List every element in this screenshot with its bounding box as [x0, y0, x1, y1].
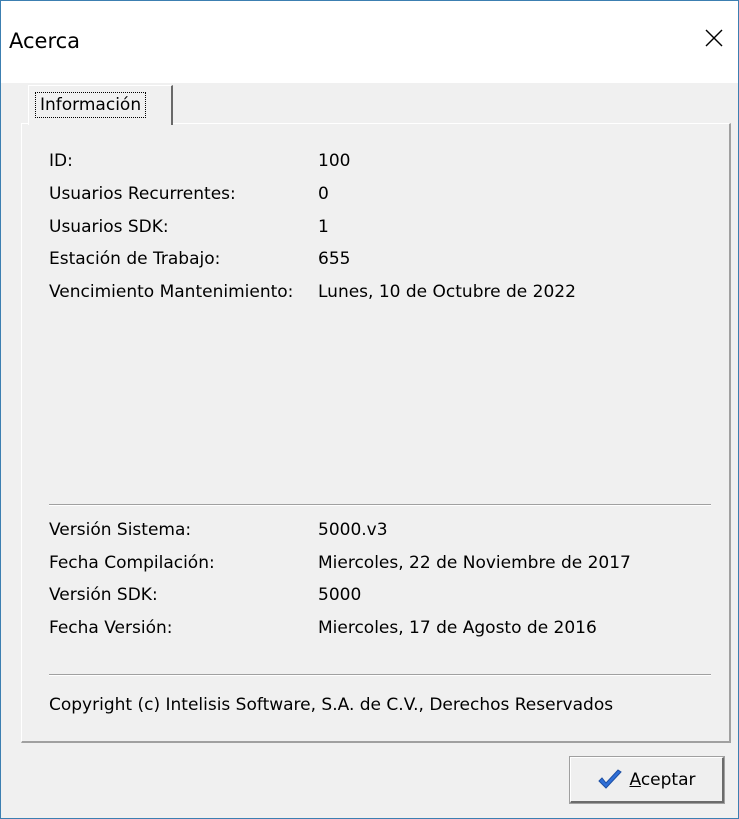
fecha-compilacion-value: Miercoles, 22 de Noviembre de 2017 [318, 553, 631, 573]
estacion-trabajo-value: 655 [318, 249, 351, 269]
aceptar-button[interactable]: Aceptar [569, 756, 725, 804]
fecha-version-value: Miercoles, 17 de Agosto de 2016 [318, 618, 597, 638]
divider [49, 504, 711, 506]
version-sistema-value: 5000.v3 [318, 520, 388, 540]
usuarios-sdk-value: 1 [318, 217, 329, 237]
id-value: 100 [318, 151, 351, 171]
close-button[interactable] [690, 15, 738, 61]
copyright-text: Copyright (c) Intelisis Software, S.A. d… [49, 695, 614, 715]
usuarios-sdk-label: Usuarios SDK: [49, 217, 169, 237]
window-title: Acerca [9, 29, 81, 53]
fecha-version-label: Fecha Versión: [49, 618, 173, 638]
tab-informacion-label: Información [35, 92, 147, 118]
title-bar: Acerca [1, 1, 738, 83]
tab-panel-informacion: ID: 100 Usuarios Recurrentes: 0 Usuarios… [21, 123, 731, 743]
fecha-compilacion-label: Fecha Compilación: [49, 553, 215, 573]
version-sdk-value: 5000 [318, 585, 362, 605]
vencimiento-mantenimiento-label: Vencimiento Mantenimiento: [49, 282, 294, 302]
close-icon [705, 29, 723, 47]
id-label: ID: [49, 151, 73, 171]
estacion-trabajo-label: Estación de Trabajo: [49, 249, 221, 269]
version-sdk-label: Versión SDK: [49, 585, 158, 605]
about-dialog: Acerca Información ID: 100 Usuarios Recu… [0, 0, 739, 819]
aceptar-mnemonic: A [629, 769, 641, 790]
checkmark-icon [598, 768, 623, 789]
vencimiento-mantenimiento-value: Lunes, 10 de Octubre de 2022 [318, 282, 576, 302]
aceptar-button-label: Aceptar [629, 770, 695, 790]
usuarios-recurrentes-value: 0 [318, 184, 329, 204]
aceptar-rest: ceptar [640, 769, 696, 790]
usuarios-recurrentes-label: Usuarios Recurrentes: [49, 184, 236, 204]
version-sistema-label: Versión Sistema: [49, 520, 192, 540]
tab-informacion[interactable]: Información [28, 85, 173, 125]
divider [49, 674, 711, 676]
